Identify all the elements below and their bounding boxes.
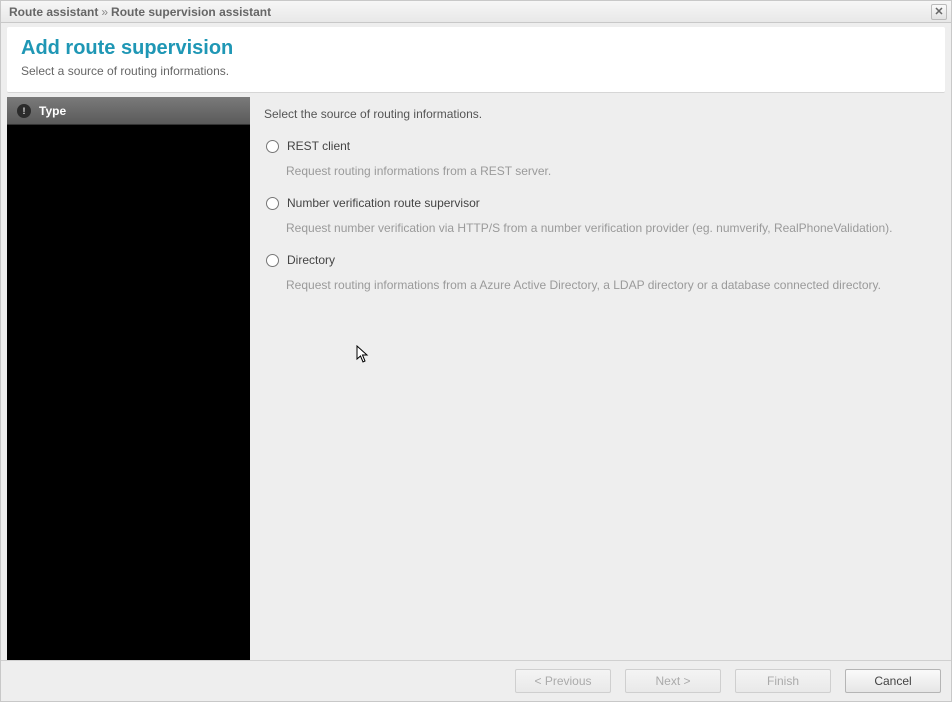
content-heading: Select the source of routing information… <box>264 107 931 121</box>
breadcrumb-part1: Route assistant <box>9 5 98 19</box>
close-button[interactable]: ✕ <box>931 4 947 20</box>
close-icon: ✕ <box>934 5 943 18</box>
wizard-content: Select the source of routing information… <box>250 97 945 660</box>
option-label: Number verification route supervisor <box>287 196 480 210</box>
next-button[interactable]: Next > <box>625 669 721 693</box>
option-directory[interactable]: Directory <box>264 249 931 271</box>
titlebar: Route assistant » Route supervision assi… <box>1 1 951 23</box>
option-label: Directory <box>287 253 335 267</box>
wizard-window: Route assistant » Route supervision assi… <box>0 0 952 702</box>
breadcrumb-part2: Route supervision assistant <box>111 5 271 19</box>
previous-button[interactable]: < Previous <box>515 669 611 693</box>
wizard-footer: < Previous Next > Finish Cancel <box>1 660 951 701</box>
wizard-body: ! Type Select the source of routing info… <box>7 97 945 660</box>
option-description: Request routing informations from a REST… <box>286 163 931 180</box>
cancel-button[interactable]: Cancel <box>845 669 941 693</box>
option-label: REST client <box>287 139 350 153</box>
option-rest-client[interactable]: REST client <box>264 135 931 157</box>
radio-rest-client[interactable] <box>266 140 279 153</box>
option-description: Request routing informations from a Azur… <box>286 277 931 294</box>
page-title: Add route supervision <box>21 37 931 60</box>
option-description: Request number verification via HTTP/S f… <box>286 220 931 237</box>
wizard-steps-sidebar: ! Type <box>7 97 250 660</box>
breadcrumb-separator: » <box>101 5 108 19</box>
warning-icon: ! <box>17 104 31 118</box>
header-panel: Add route supervision Select a source of… <box>7 27 945 93</box>
option-number-verification[interactable]: Number verification route supervisor <box>264 192 931 214</box>
wizard-step-type[interactable]: ! Type <box>7 97 250 125</box>
radio-directory[interactable] <box>266 254 279 267</box>
radio-number-verification[interactable] <box>266 197 279 210</box>
page-subtitle: Select a source of routing informations. <box>21 64 931 78</box>
wizard-step-label: Type <box>39 104 66 118</box>
finish-button[interactable]: Finish <box>735 669 831 693</box>
